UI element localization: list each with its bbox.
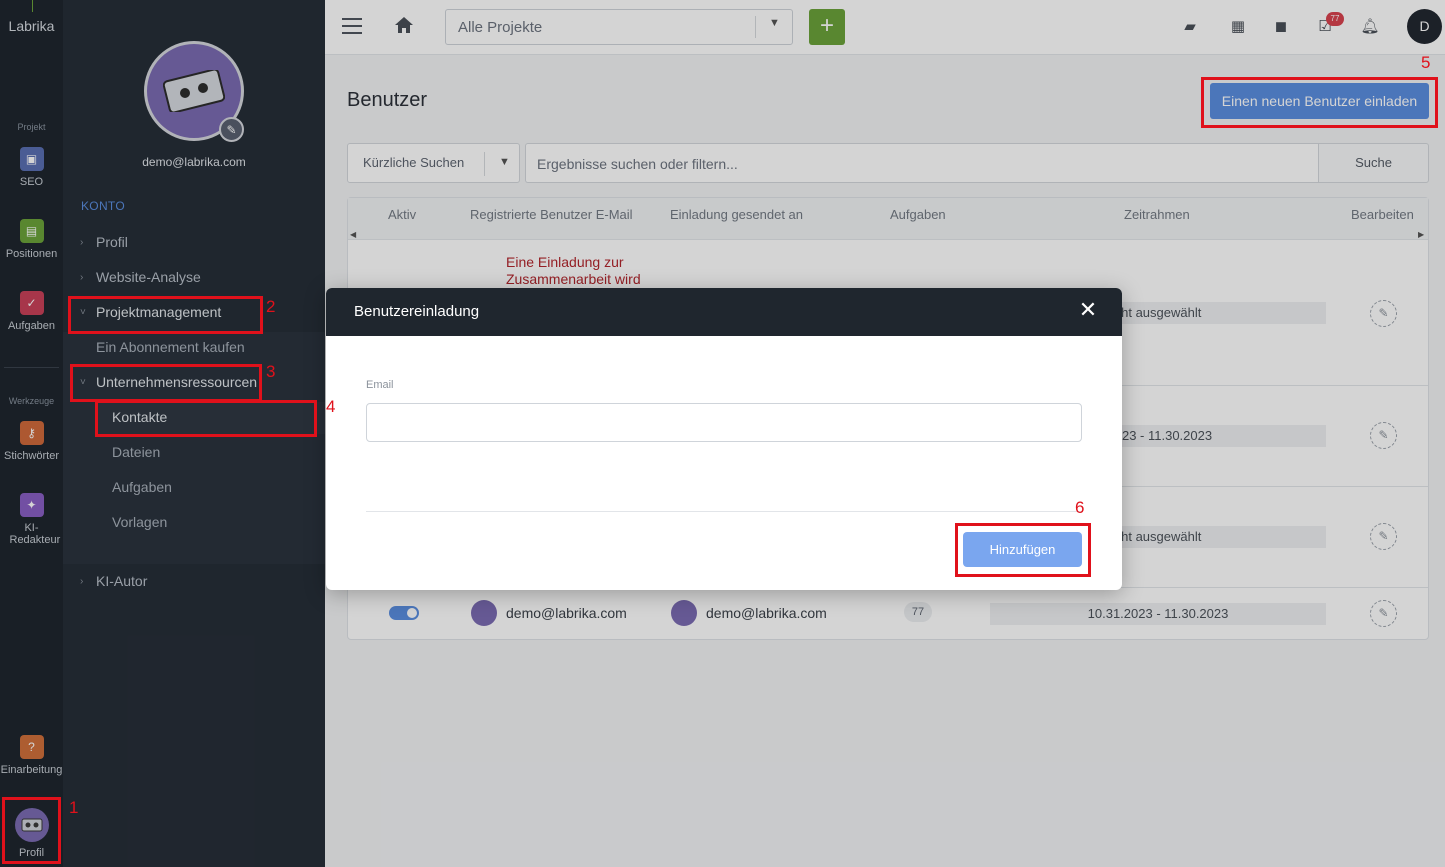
annotation-box bbox=[2, 797, 61, 864]
modal-title: Benutzereinladung bbox=[354, 303, 480, 320]
annotation-box bbox=[70, 364, 262, 402]
annotation-box bbox=[1201, 77, 1438, 128]
modal-header: Benutzereinladung ✕ bbox=[326, 288, 1122, 336]
annotation-box bbox=[95, 400, 317, 437]
email-field[interactable] bbox=[366, 403, 1082, 442]
annotation-number: 5 bbox=[1421, 53, 1431, 72]
annotation-number: 4 bbox=[326, 397, 336, 416]
annotation-box bbox=[68, 296, 263, 334]
annotation-number: 3 bbox=[266, 362, 276, 381]
close-icon[interactable]: ✕ bbox=[1078, 299, 1098, 321]
modal-divider bbox=[366, 511, 1082, 512]
annotation-number: 1 bbox=[69, 798, 79, 817]
annotation-number: 2 bbox=[266, 297, 276, 316]
email-label: Email bbox=[366, 379, 394, 391]
annotation-number: 6 bbox=[1075, 498, 1085, 517]
annotation-box bbox=[955, 523, 1091, 577]
